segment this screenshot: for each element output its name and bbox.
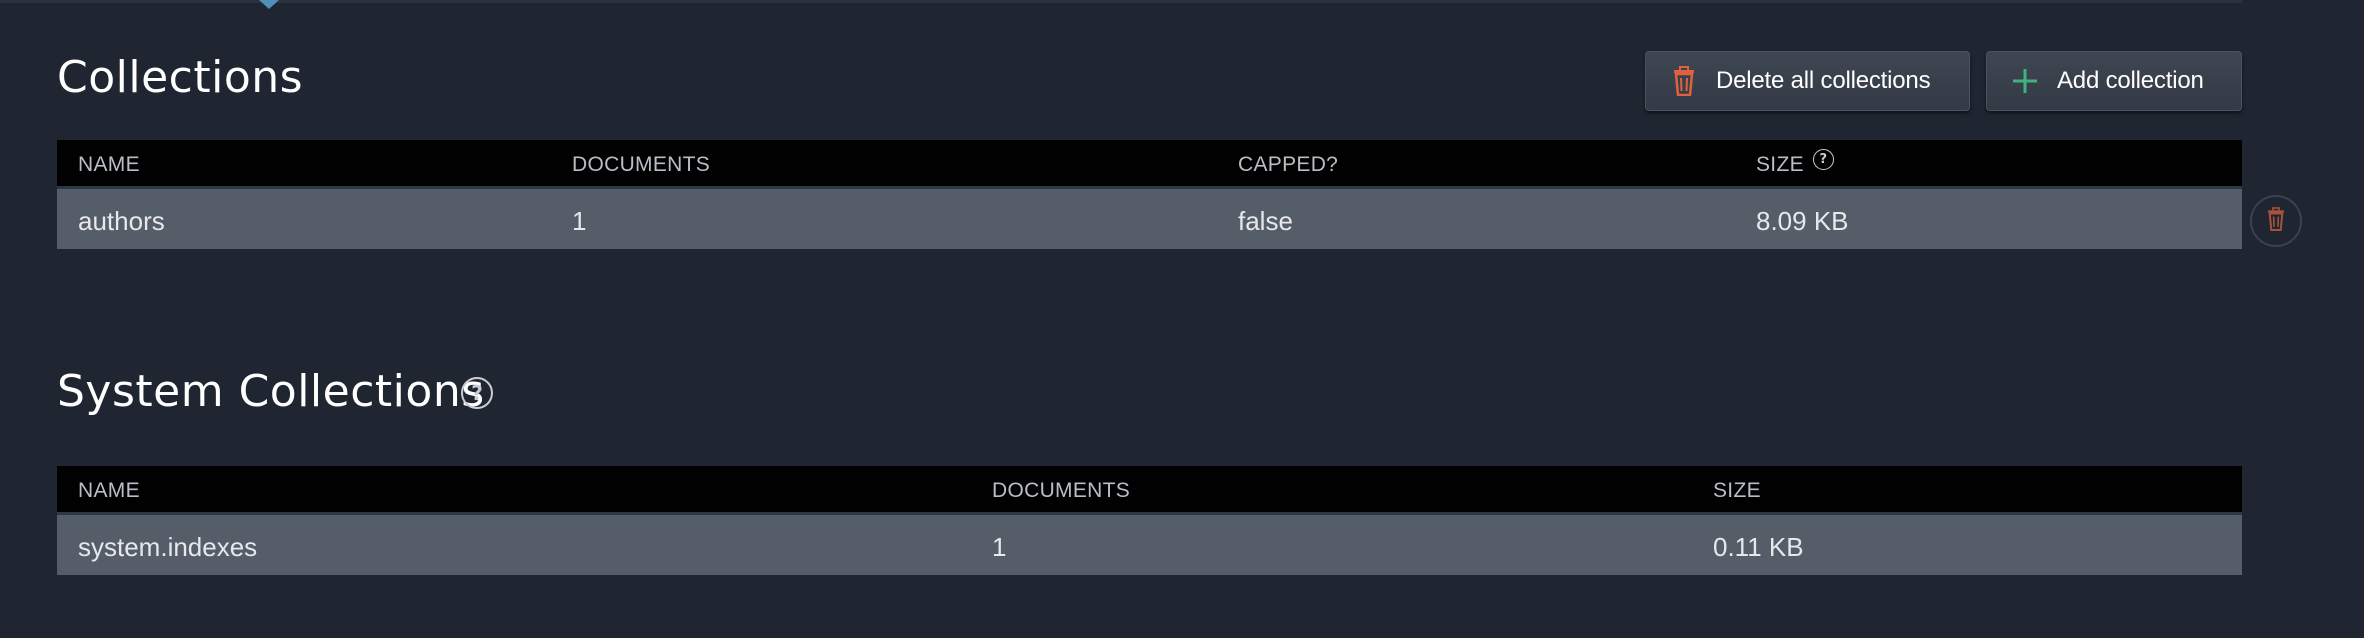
delete-all-collections-label: Delete all collections	[1716, 67, 1931, 94]
column-header-size[interactable]: SIZE ?	[1756, 148, 1834, 177]
collections-title: Collections	[57, 52, 304, 103]
system-collections-table: NAME DOCUMENTS SIZE system.indexes 1 0.1…	[57, 466, 2242, 575]
table-row[interactable]: system.indexes 1 0.11 KB	[57, 515, 2242, 575]
help-circle-icon[interactable]: ?	[461, 377, 493, 409]
column-header-documents[interactable]: DOCUMENTS	[992, 479, 1130, 503]
system-collection-name-cell[interactable]: system.indexes	[78, 532, 257, 563]
collection-name-cell[interactable]: authors	[78, 206, 165, 237]
column-header-size[interactable]: SIZE	[1713, 479, 1761, 503]
system-collection-size-cell: 0.11 KB	[1713, 532, 1804, 562]
collections-table-header: NAME DOCUMENTS CAPPED? SIZE ?	[57, 140, 2242, 189]
delete-collection-button[interactable]	[2250, 195, 2302, 247]
table-row[interactable]: authors 1 false 8.09 KB	[57, 189, 2242, 249]
collection-documents-cell: 1	[572, 206, 587, 236]
system-collections-table-header: NAME DOCUMENTS SIZE	[57, 466, 2242, 515]
help-circle-icon[interactable]: ?	[1812, 148, 1834, 170]
database-page: Collections Delete all collections Add c…	[0, 0, 2364, 638]
system-collection-documents-cell: 1	[992, 532, 1007, 562]
column-header-size-label: SIZE	[1756, 153, 1804, 176]
add-collection-button[interactable]: Add collection	[1986, 51, 2242, 111]
plus-icon	[2011, 66, 2039, 96]
collection-size-cell: 8.09 KB	[1756, 206, 1849, 236]
add-collection-label: Add collection	[2057, 67, 2204, 94]
active-tab-caret	[259, 0, 279, 9]
column-header-capped[interactable]: CAPPED?	[1238, 153, 1338, 177]
trash-icon	[1670, 66, 1698, 97]
collection-capped-cell: false	[1238, 206, 1293, 236]
top-tab-strip	[0, 0, 2242, 3]
system-collections-title: System Collections	[57, 366, 485, 417]
trash-icon	[2265, 206, 2287, 237]
collections-table: NAME DOCUMENTS CAPPED? SIZE ? authors 1 …	[57, 140, 2242, 249]
delete-all-collections-button[interactable]: Delete all collections	[1645, 51, 1970, 111]
column-header-documents[interactable]: DOCUMENTS	[572, 153, 710, 177]
column-header-name[interactable]: NAME	[78, 479, 140, 503]
column-header-name[interactable]: NAME	[78, 153, 140, 177]
